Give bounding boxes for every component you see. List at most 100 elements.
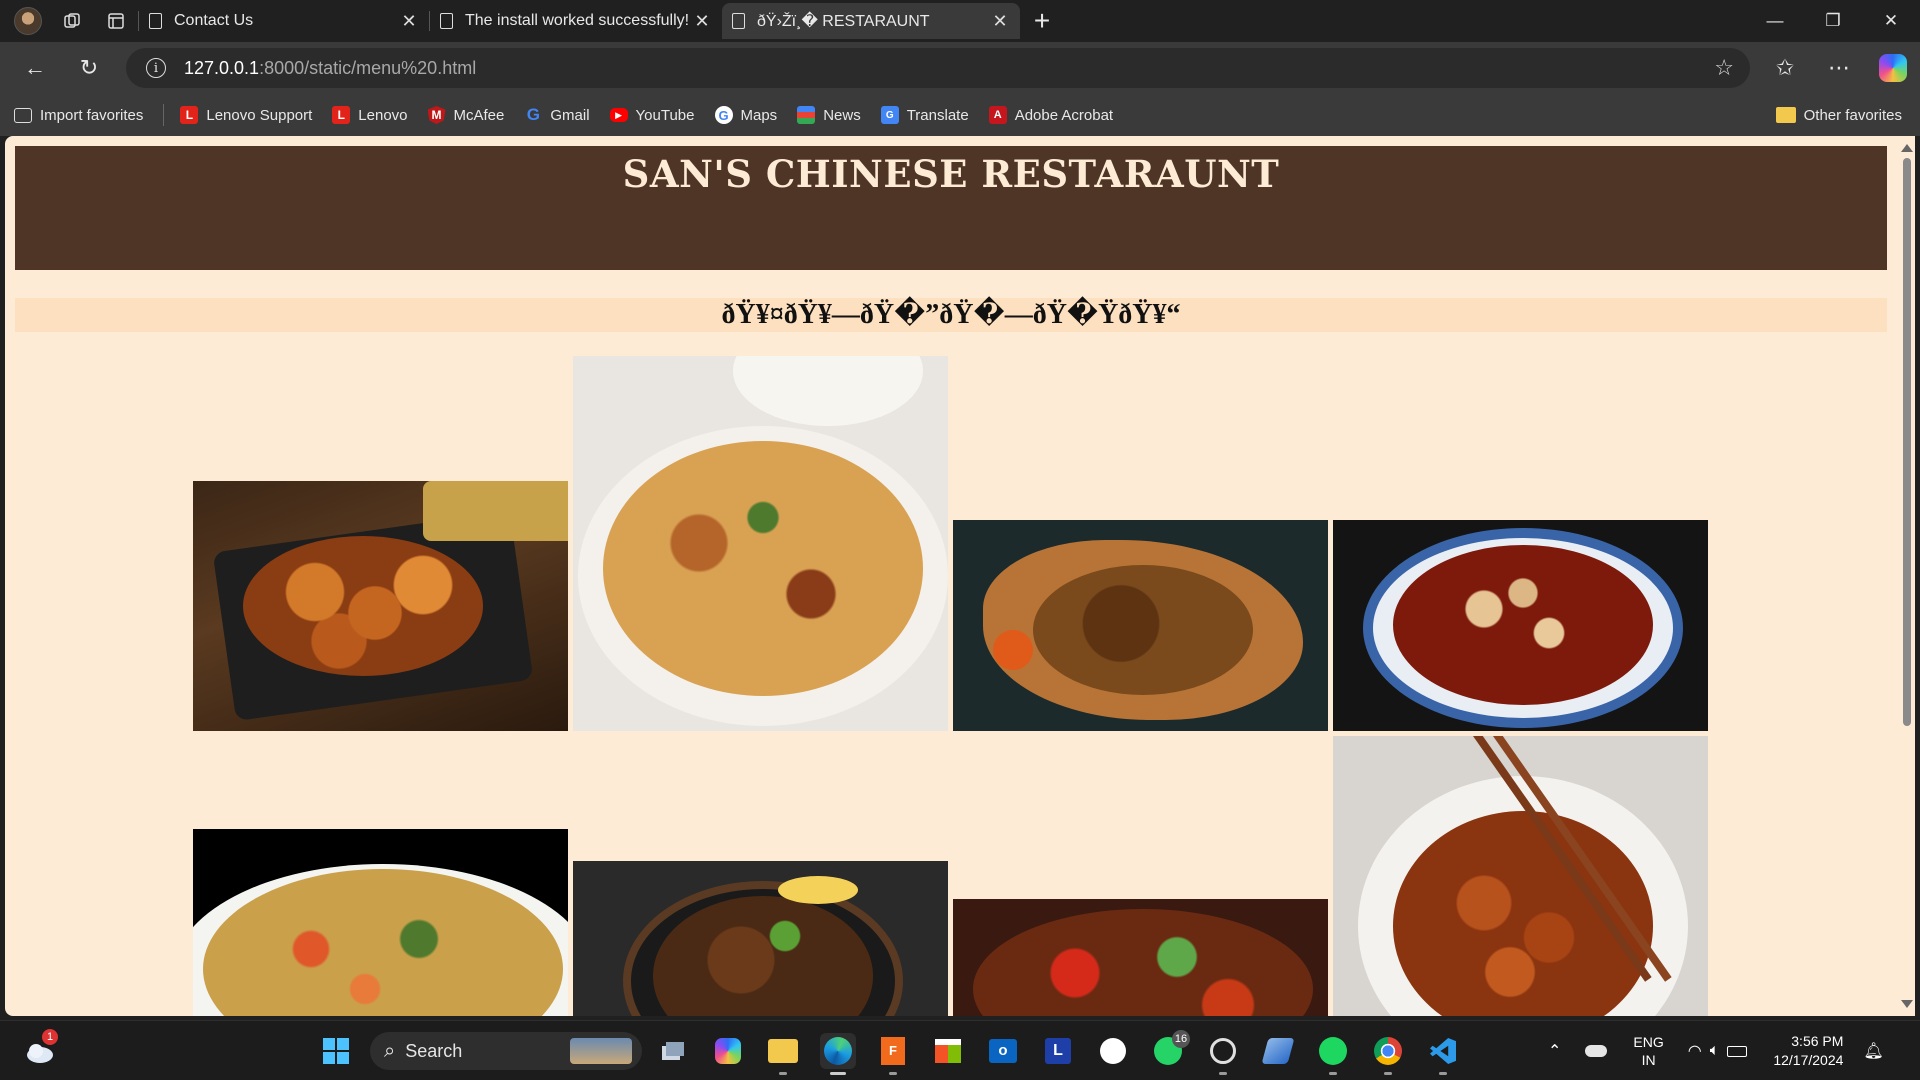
- import-icon: [14, 107, 32, 123]
- edge-icon[interactable]: [820, 1033, 856, 1075]
- close-tab-icon[interactable]: ✕: [990, 11, 1010, 32]
- restore-icon[interactable]: ❐: [1804, 0, 1862, 42]
- fav-youtube[interactable]: ▶ YouTube: [609, 106, 695, 124]
- sesame-chicken-bowl-dish: [1333, 736, 1708, 1016]
- chilli-chicken-dish: [953, 899, 1328, 1016]
- fav-label: Gmail: [550, 106, 590, 124]
- fav-mcafee[interactable]: M McAfee: [427, 106, 505, 124]
- acrobat-icon: A: [988, 106, 1007, 124]
- system-tray: ⌃ ENG IN ◠ 🔈︎ 3:56 PM 12/17/2024 🔔︎: [1548, 1021, 1884, 1080]
- more-options-icon[interactable]: ⋯: [1812, 46, 1866, 90]
- wifi-icon[interactable]: ◠: [1688, 1041, 1702, 1061]
- google-icon: G: [526, 105, 540, 124]
- tab-title: Contact Us: [174, 12, 254, 29]
- lenovo-icon: L: [332, 106, 351, 124]
- fav-maps[interactable]: G Maps: [714, 106, 777, 124]
- tab-install-worked[interactable]: The install worked successfully! Co ✕: [430, 3, 722, 39]
- folder-icon: [1775, 107, 1796, 123]
- fav-label: Lenovo: [358, 106, 408, 124]
- onedrive-icon[interactable]: [1585, 1045, 1608, 1057]
- search-highlight-icon: [570, 1038, 632, 1064]
- orange-chicken-dish: [193, 481, 568, 731]
- spotify-icon[interactable]: [1315, 1033, 1351, 1075]
- whatsapp-badge: 16: [1172, 1030, 1190, 1048]
- copilot-button[interactable]: [1866, 46, 1920, 90]
- language-indicator[interactable]: ENG IN: [1633, 1033, 1663, 1069]
- fav-label: Translate: [906, 106, 969, 124]
- tab-actions-icon[interactable]: [94, 3, 138, 39]
- volume-icon[interactable]: 🔈︎: [1710, 1042, 1720, 1060]
- weather-widget[interactable]: 1: [22, 1029, 58, 1069]
- window-controls: — ❐ ✕: [1746, 0, 1920, 42]
- microsoft-store-icon[interactable]: [930, 1033, 966, 1069]
- site-info-icon[interactable]: i: [146, 58, 166, 78]
- favorite-star-icon[interactable]: ☆: [1714, 55, 1734, 81]
- tab-contact-us[interactable]: Contact Us ✕: [139, 3, 429, 39]
- copilot-taskbar-icon[interactable]: [710, 1033, 746, 1069]
- tab-restaraunt[interactable]: ðŸ›Žï¸� RESTARAUNT ✕: [722, 3, 1020, 39]
- vertical-scrollbar[interactable]: [1897, 136, 1915, 1016]
- scroll-down-icon[interactable]: [1901, 1000, 1913, 1008]
- address-bar[interactable]: i 127.0.0.1:8000/static/menu%20.html ☆: [126, 48, 1750, 88]
- fav-gmail[interactable]: G Gmail: [524, 105, 590, 124]
- mcafee-icon: M: [427, 106, 446, 124]
- region-code: IN: [1641, 1052, 1656, 1068]
- fav-label: News: [823, 106, 861, 124]
- outlook-icon[interactable]: o: [985, 1033, 1021, 1069]
- fav-label: McAfee: [453, 106, 505, 124]
- chrome-icon[interactable]: [1370, 1033, 1406, 1075]
- sizzler-dish: [573, 861, 948, 1016]
- github-icon[interactable]: [1095, 1033, 1131, 1069]
- profile-button[interactable]: [6, 3, 50, 39]
- scroll-up-icon[interactable]: [1901, 144, 1913, 152]
- page-viewport: SAN'S CHINESE RESTARAUNT ðŸ¥¤ðŸ¥—ðŸ�”ðŸ�…: [5, 136, 1897, 1016]
- menu-heading-bar: ðŸ¥¤ðŸ¥—ðŸ�”ðŸ�—ðŸ�ŸðŸ¥“: [15, 298, 1887, 332]
- profile-avatar: [14, 7, 42, 35]
- news-icon: [797, 106, 816, 124]
- show-hidden-icons-icon[interactable]: ⌃: [1548, 1041, 1561, 1061]
- fav-news[interactable]: News: [797, 106, 861, 124]
- fav-label: Import favorites: [40, 106, 144, 124]
- close-tab-icon[interactable]: ✕: [692, 11, 712, 32]
- wing-app-icon[interactable]: [1260, 1033, 1296, 1069]
- back-button[interactable]: ←: [8, 46, 62, 90]
- whatsapp-icon[interactable]: 16: [1150, 1030, 1190, 1069]
- file-explorer-icon[interactable]: [765, 1033, 801, 1075]
- minimize-icon[interactable]: —: [1746, 0, 1804, 42]
- taskbar-search[interactable]: ⌕ Search: [370, 1032, 642, 1070]
- task-view-icon[interactable]: [655, 1033, 691, 1069]
- fav-lenovo-support[interactable]: L Lenovo Support: [180, 106, 312, 124]
- start-button[interactable]: [318, 1033, 354, 1069]
- close-tab-icon[interactable]: ✕: [399, 11, 419, 32]
- fav-label: YouTube: [635, 106, 695, 124]
- clock-date: 12/17/2024: [1773, 1052, 1844, 1068]
- fav-adobe-acrobat[interactable]: A Adobe Acrobat: [988, 106, 1113, 124]
- clock[interactable]: 3:56 PM 12/17/2024: [1773, 1032, 1843, 1070]
- favorites-bar: Import favorites L Lenovo Support L Leno…: [0, 94, 1920, 136]
- refresh-button[interactable]: ↻: [62, 46, 116, 90]
- new-tab-button[interactable]: +: [1020, 5, 1064, 37]
- fav-label: Lenovo Support: [206, 106, 313, 124]
- fav-translate[interactable]: G Translate: [880, 106, 969, 124]
- fav-lenovo[interactable]: L Lenovo: [332, 106, 408, 124]
- vscode-icon[interactable]: [1425, 1033, 1461, 1075]
- notification-bell-icon[interactable]: 🔔︎: [1863, 1041, 1883, 1061]
- close-window-icon[interactable]: ✕: [1862, 0, 1920, 42]
- scroll-thumb[interactable]: [1903, 158, 1911, 726]
- toolbar-right: ✩ ⋯: [1758, 42, 1920, 94]
- page-icon: [732, 13, 745, 29]
- battery-icon[interactable]: [1727, 1045, 1748, 1057]
- mapo-tofu-dish: [1333, 520, 1708, 731]
- fav-import-favorites[interactable]: Import favorites: [14, 107, 143, 124]
- weather-badge: 1: [42, 1029, 58, 1045]
- fl-studio-icon[interactable]: F: [875, 1033, 911, 1075]
- favorites-icon[interactable]: ✩: [1758, 46, 1812, 90]
- lenovo-vantage-icon[interactable]: L: [1040, 1033, 1076, 1069]
- site-header: SAN'S CHINESE RESTARAUNT: [15, 146, 1887, 270]
- fav-other-favorites[interactable]: Other favorites: [1775, 107, 1902, 124]
- page-icon: [149, 13, 162, 29]
- chatgpt-icon[interactable]: [1205, 1033, 1241, 1075]
- copilot-icon: [1879, 54, 1907, 82]
- workspaces-icon[interactable]: [50, 3, 94, 39]
- youtube-icon: ▶: [609, 108, 628, 122]
